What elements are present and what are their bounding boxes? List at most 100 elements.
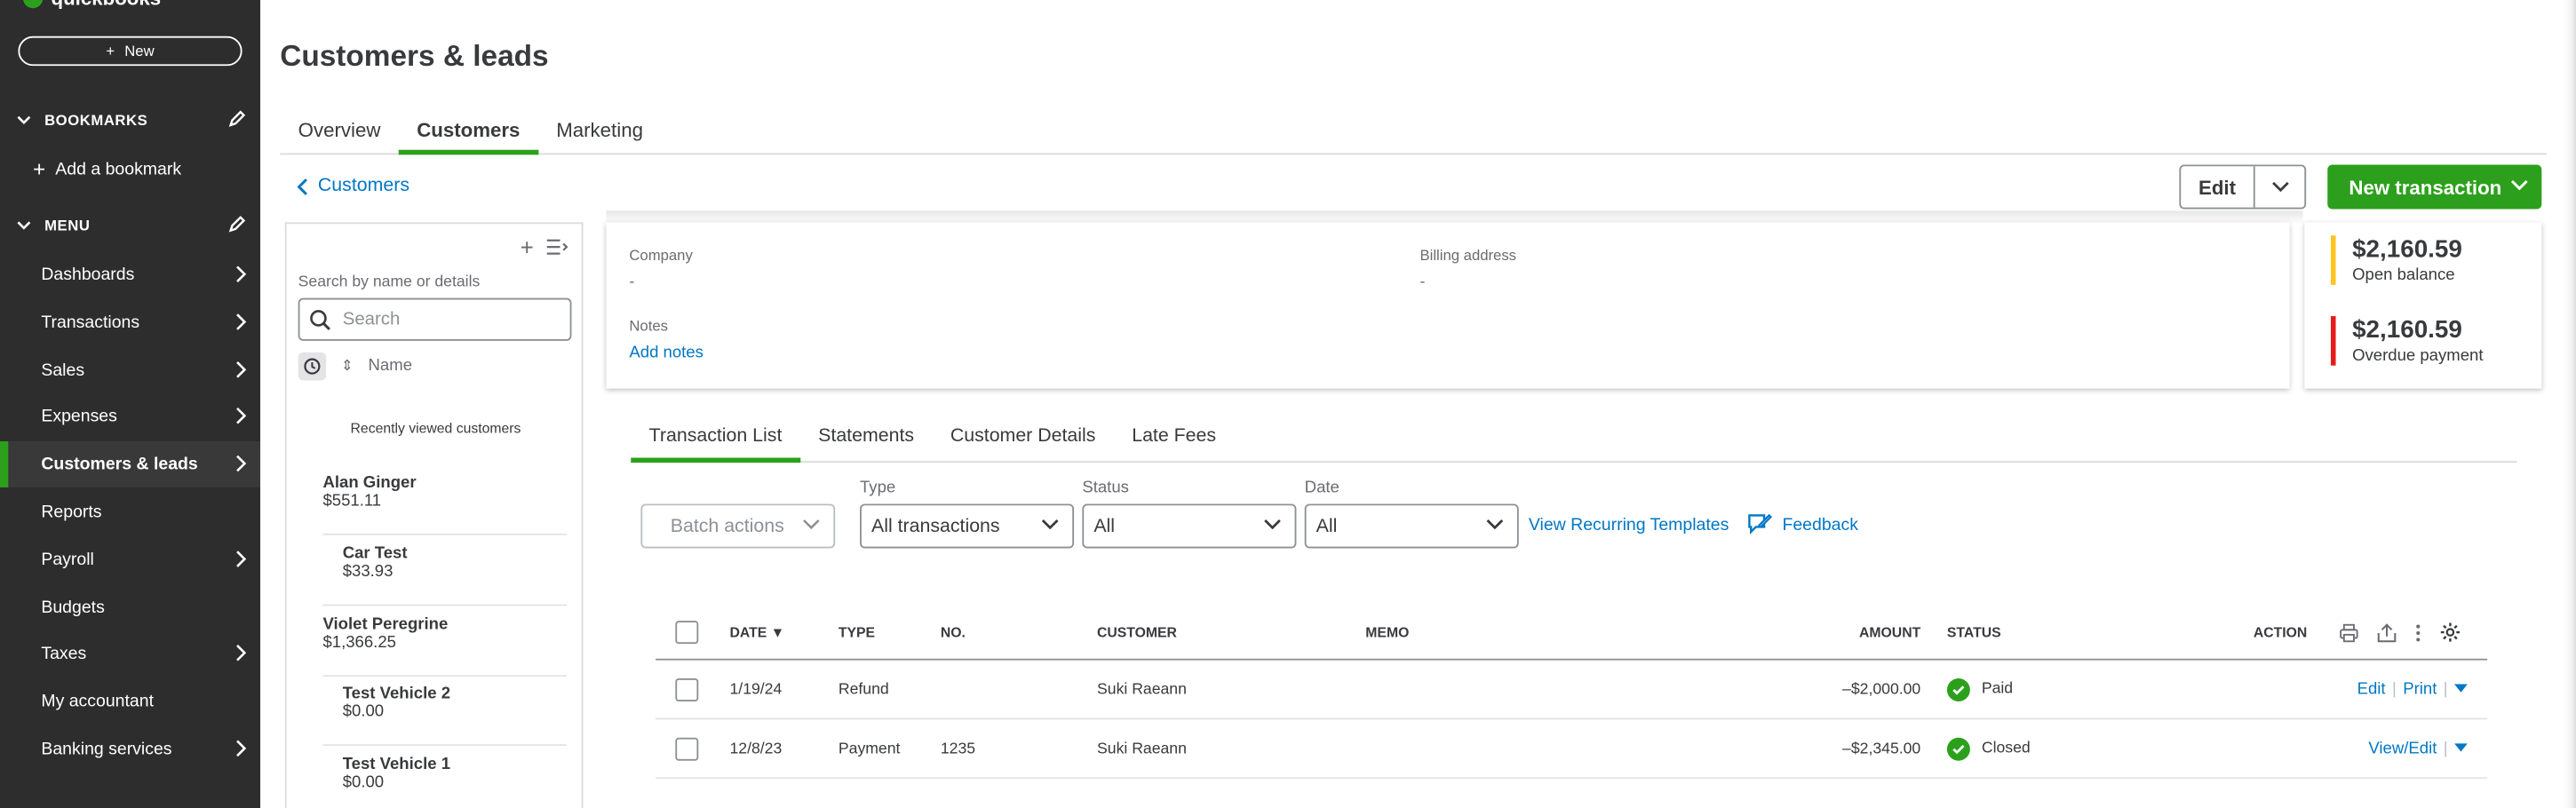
pencil-icon[interactable] (227, 108, 247, 128)
customer-list-panel: + Search by name or details Search ⇕ Nam… (284, 222, 584, 808)
add-notes-link[interactable]: Add notes (629, 345, 704, 362)
chevron-right-icon (236, 455, 247, 472)
print-icon[interactable] (2339, 622, 2358, 642)
select-all-checkbox[interactable] (675, 621, 699, 645)
right-edge-scrollbar[interactable] (2563, 0, 2576, 808)
tab-transaction-list[interactable]: Transaction List (631, 424, 800, 463)
chevron-down-icon (1264, 519, 1281, 530)
customer-name: Test Vehicle 1 (342, 756, 451, 774)
caret-down-icon[interactable] (2454, 684, 2468, 694)
edit-button-group: Edit (2179, 164, 2307, 210)
sidebar-item-customers-leads[interactable]: Customers & leads (0, 441, 260, 488)
tab-customer-details[interactable]: Customer Details (932, 424, 1113, 462)
sort-icon[interactable]: ⇕ (341, 357, 354, 375)
row-checkbox[interactable] (675, 677, 699, 701)
list-item[interactable]: Violet Peregrine $1,366.25 (322, 606, 567, 677)
list-item[interactable]: Alan Ginger $551.11 (322, 464, 567, 535)
table-body: 1/19/24 Refund Suki Raeann –$2,000.00 Paid Ed… (656, 661, 2488, 780)
sidebar-item-sales[interactable]: Sales (0, 347, 260, 393)
history-icon[interactable] (298, 352, 327, 381)
customer-amount: $0.00 (342, 703, 385, 722)
recent-customers-title: Recently viewed customers (350, 419, 521, 437)
tab-statements[interactable]: Statements (800, 424, 933, 462)
row-amount: –$2,345.00 (1842, 739, 1921, 758)
table-row[interactable]: 1/19/24 Refund Suki Raeann –$2,000.00 Paid Ed… (656, 661, 2488, 720)
col-status[interactable]: STATUS (1947, 624, 2001, 641)
col-customer[interactable]: CUSTOMER (1097, 624, 1177, 641)
sidebar-item-payroll[interactable]: Payroll (0, 536, 260, 582)
add-customer-icon[interactable]: + (521, 234, 534, 260)
tab-marketing[interactable]: Marketing (538, 115, 662, 154)
caret-down-icon[interactable] (2454, 743, 2468, 753)
bookmarks-header[interactable]: BOOKMARKS (17, 110, 248, 129)
col-date[interactable]: DATE ▼ (729, 624, 784, 641)
sidebar-item-taxes[interactable]: Taxes (0, 631, 260, 677)
notes-label: Notes (629, 317, 668, 335)
gear-icon[interactable] (2439, 622, 2461, 643)
pencil-icon[interactable] (227, 214, 247, 234)
customer-name: Test Vehicle 2 (342, 685, 451, 704)
col-memo[interactable]: MEMO (1365, 624, 1409, 641)
type-filter-select[interactable]: All transactions (859, 503, 1075, 549)
row-status-label: Closed (1981, 739, 2031, 758)
feedback-icon (1748, 513, 1773, 535)
chevron-right-icon (236, 408, 247, 425)
row-date: 12/8/23 (729, 739, 783, 758)
search-placeholder: Search (342, 309, 401, 329)
row-type: Refund (838, 679, 889, 699)
row-action-secondary[interactable]: Print (2403, 680, 2437, 698)
col-type[interactable]: TYPE (839, 624, 875, 641)
feedback-link[interactable]: Feedback (1746, 512, 1858, 537)
more-options-icon[interactable] (2415, 622, 2421, 642)
row-checkbox[interactable] (675, 736, 699, 760)
new-button[interactable]: + New (18, 36, 242, 67)
edit-button[interactable]: Edit (2181, 166, 2255, 208)
sidebar-item-transactions[interactable]: Transactions (0, 299, 260, 345)
menu-title: MENU (44, 217, 91, 234)
add-bookmark-link[interactable]: + Add a bookmark (33, 156, 181, 181)
menu-header[interactable]: MENU (17, 216, 248, 234)
sidebar-item-budgets[interactable]: Budgets (0, 584, 260, 630)
sidebar-item-my-accountant[interactable]: My accountant (0, 678, 260, 725)
tab-customers[interactable]: Customers (398, 115, 538, 155)
export-icon[interactable] (2377, 622, 2397, 642)
sidebar-item-reports[interactable]: Reports (0, 489, 260, 535)
batch-actions-dropdown[interactable]: Batch actions (640, 503, 836, 549)
sidebar-item-label: Taxes (41, 644, 87, 665)
sidebar-item-expenses[interactable]: Expenses (0, 394, 260, 440)
sort-label[interactable]: Name (369, 357, 412, 375)
row-action-primary[interactable]: Edit (2357, 680, 2386, 698)
sidebar-item-banking-services[interactable]: Banking services (0, 726, 260, 772)
sidebar-item-label: Payroll (41, 549, 94, 570)
list-settings-icon[interactable] (546, 239, 568, 256)
tab-overview[interactable]: Overview (280, 115, 399, 154)
app-logo[interactable]: quickbooks (22, 0, 161, 10)
list-item[interactable]: Car Test $33.93 (322, 535, 567, 606)
customer-details-card: Company - Billing address - Notes Add no… (606, 222, 2290, 389)
chevron-down-icon (17, 115, 31, 124)
col-no[interactable]: NO. (941, 624, 966, 641)
overdue-payment-amount: $2,160.59 (2352, 316, 2462, 345)
date-filter-select[interactable]: All (1304, 503, 1519, 549)
tab-late-fees[interactable]: Late Fees (1114, 424, 1235, 462)
list-item[interactable]: Test Vehicle 1 $0.00 (322, 746, 566, 808)
chevron-right-icon (236, 265, 247, 283)
sidebar-item-label: My accountant (41, 692, 155, 712)
col-amount[interactable]: AMOUNT (1859, 624, 1920, 641)
back-to-customers-link[interactable]: Customers (297, 176, 409, 196)
type-filter-label: Type (859, 479, 896, 498)
logo-icon (22, 0, 44, 9)
new-transaction-button[interactable]: New transaction (2327, 164, 2542, 210)
list-toolbar: + (521, 234, 568, 260)
list-item[interactable]: Test Vehicle 2 $0.00 (322, 676, 567, 747)
customer-search-input[interactable]: Search (298, 297, 572, 341)
plus-icon: + (33, 156, 46, 181)
table-row[interactable]: 12/8/23 Payment 1235 Suki Raeann –$2,345.00 C… (656, 719, 2488, 780)
edit-dropdown-button[interactable] (2255, 166, 2305, 207)
row-action-primary[interactable]: View/Edit (2368, 740, 2437, 757)
sidebar-item-dashboards[interactable]: Dashboards (0, 252, 260, 298)
view-recurring-templates-link[interactable]: View Recurring Templates (1529, 515, 1729, 535)
status-filter-select[interactable]: All (1082, 503, 1297, 549)
billing-address-label: Billing address (1419, 247, 1517, 264)
sidebar-item-label: Dashboards (41, 265, 135, 285)
